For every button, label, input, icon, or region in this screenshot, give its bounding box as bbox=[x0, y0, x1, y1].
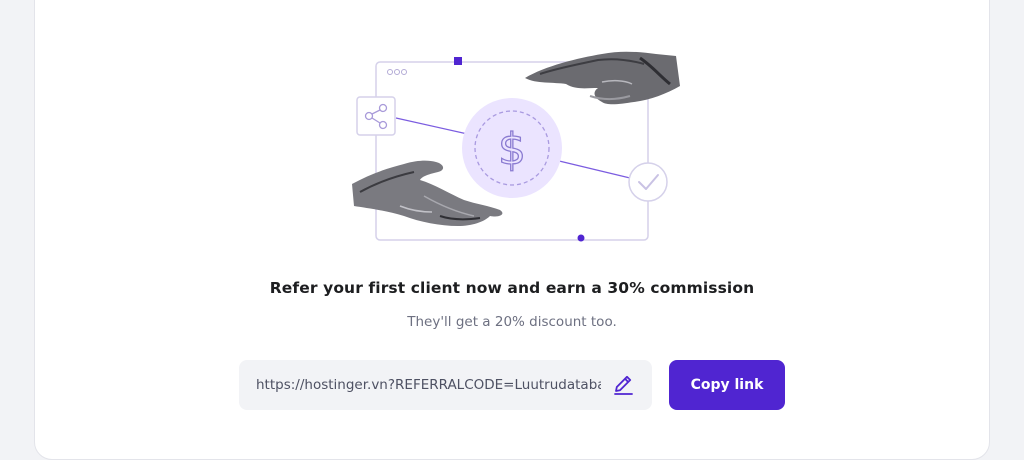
accent-dot bbox=[577, 234, 585, 242]
referral-headline: Refer your first client now and earn a 3… bbox=[269, 279, 755, 297]
connector-line bbox=[554, 159, 631, 179]
referral-illustration: $ bbox=[352, 51, 680, 242]
checkmark-icon bbox=[628, 162, 668, 202]
copy-link-button[interactable]: Copy link bbox=[669, 360, 785, 410]
referral-link-field[interactable]: https://hostinger.vn?REFERRALCODE=Luutru… bbox=[239, 360, 652, 410]
accent-square bbox=[454, 57, 462, 65]
dollar-icon: $ bbox=[462, 98, 562, 198]
edit-pencil-icon[interactable] bbox=[610, 372, 636, 398]
referral-link-text[interactable]: https://hostinger.vn?REFERRALCODE=Luutru… bbox=[256, 377, 601, 393]
hand-giving-image bbox=[525, 51, 680, 105]
window-dots bbox=[387, 69, 407, 75]
connector-line bbox=[395, 117, 473, 136]
currency-symbol: $ bbox=[498, 124, 526, 175]
referral-subline: They'll get a 20% discount too. bbox=[407, 314, 617, 330]
share-icon bbox=[356, 96, 396, 136]
